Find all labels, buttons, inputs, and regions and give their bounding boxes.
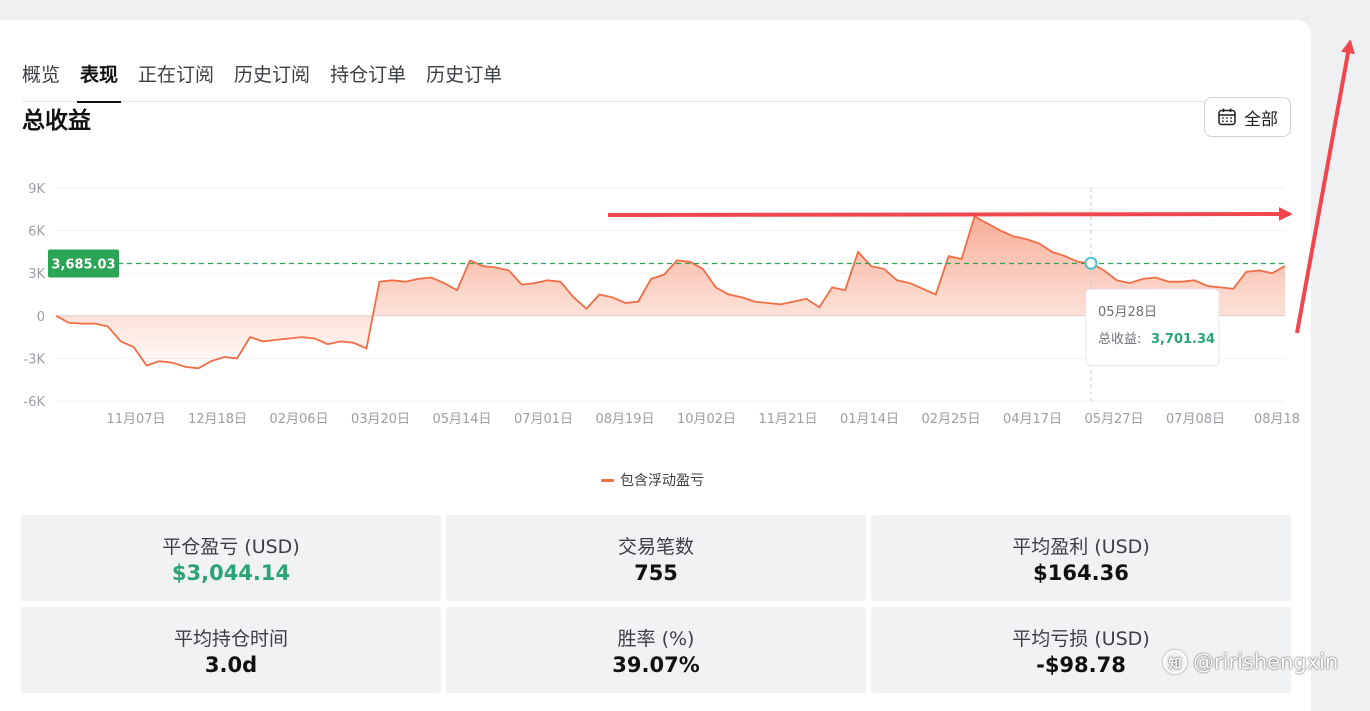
legend-swatch <box>601 478 614 482</box>
watermark: 知 @ririshengxin <box>1163 650 1338 674</box>
stat-avg-hold-time: 平均持仓时间 3.0d <box>21 607 441 693</box>
tooltip-label: 总收益: <box>1098 332 1141 347</box>
stat-value: 3.0d <box>204 652 258 677</box>
stats-grid: 平仓盈亏 (USD) $3,044.14 交易笔数 755 平均盈利 (USD)… <box>21 515 1291 693</box>
reference-label: 3,685.03 <box>51 257 115 272</box>
x-tick-label: 12月18日 <box>188 412 247 427</box>
tooltip-date: 05月28日 <box>1098 305 1157 320</box>
stat-label: 平均持仓时间 <box>173 627 288 650</box>
tab-bar: 概览 表现 正在订阅 历史订阅 持仓订单 历史订单 <box>22 40 1291 103</box>
chart-legend[interactable]: 包含浮动盈亏 <box>601 470 704 490</box>
zhihu-logo-icon: 知 <box>1163 650 1187 674</box>
y-tick-label: -6K <box>24 395 46 410</box>
date-range-button[interactable]: 全部 <box>1204 97 1291 137</box>
tooltip-value: 3,701.34 <box>1151 332 1215 347</box>
x-tick-label: 05月14日 <box>432 412 491 427</box>
x-tick-label: 07月08日 <box>1166 412 1225 427</box>
tooltip-box <box>1085 288 1220 366</box>
x-tick-label: 11月21日 <box>758 412 817 427</box>
tab-history-subscriptions[interactable]: 历史订阅 <box>234 40 310 102</box>
date-range-label: 全部 <box>1244 109 1278 130</box>
tab-open-orders[interactable]: 持仓订单 <box>330 40 406 102</box>
x-tick-label: 11月07日 <box>106 412 165 427</box>
stat-value: -$98.78 <box>1036 652 1126 677</box>
x-tick-label: 04月17日 <box>1003 412 1062 427</box>
y-tick-label: 6K <box>28 225 45 240</box>
x-tick-label: 02月06日 <box>269 412 328 427</box>
stat-label: 胜率 (%) <box>617 627 695 650</box>
x-tick-label: 03月20日 <box>351 412 410 427</box>
hover-point <box>1084 256 1098 270</box>
tab-performance[interactable]: 表现 <box>77 40 122 103</box>
legend-label: 包含浮动盈亏 <box>620 473 704 489</box>
tab-active-subscriptions[interactable]: 正在订阅 <box>138 40 214 102</box>
stat-value: $164.36 <box>1033 560 1129 585</box>
stat-trade-count: 交易笔数 755 <box>446 515 866 601</box>
stat-label: 平均亏损 (USD) <box>1012 627 1150 650</box>
x-tick-label: 05月27日 <box>1084 412 1143 427</box>
total-profit-chart[interactable]: 9K 6K 3K 0 -3K -6K 11月07日 12月18日 02月06日 03月20日 05月… <box>0 150 1301 435</box>
stat-value: 39.07% <box>612 652 700 677</box>
x-tick-label: 01月14日 <box>840 412 899 427</box>
y-tick-label: -3K <box>24 352 46 367</box>
stat-win-rate: 胜率 (%) 39.07% <box>446 607 866 693</box>
calendar-icon <box>1218 108 1236 126</box>
x-tick-label: 08月19日 <box>595 412 654 427</box>
stat-label: 平均盈利 (USD) <box>1012 535 1150 558</box>
tab-overview[interactable]: 概览 <box>22 40 60 102</box>
x-tick-label: 07月01日 <box>514 412 573 427</box>
tab-history-orders[interactable]: 历史订单 <box>426 40 502 102</box>
x-tick-label: 02月25日 <box>921 412 980 427</box>
stat-label: 平仓盈亏 (USD) <box>162 535 300 558</box>
stat-value: $3,044.14 <box>171 560 291 585</box>
section-title: 总收益 <box>22 108 91 134</box>
stat-label: 交易笔数 <box>617 535 694 558</box>
x-tick-label: 10月02日 <box>677 412 736 427</box>
y-tick-label: 0 <box>37 310 45 325</box>
stat-avg-profit: 平均盈利 (USD) $164.36 <box>871 515 1291 601</box>
y-tick-label: 9K <box>28 182 45 197</box>
stat-closed-pnl: 平仓盈亏 (USD) $3,044.14 <box>21 515 441 601</box>
y-tick-label: 3K <box>28 267 45 282</box>
x-tick-label: 08月18 <box>1254 412 1300 427</box>
stat-value: 755 <box>634 560 678 585</box>
watermark-text: @ririshengxin <box>1193 650 1339 674</box>
